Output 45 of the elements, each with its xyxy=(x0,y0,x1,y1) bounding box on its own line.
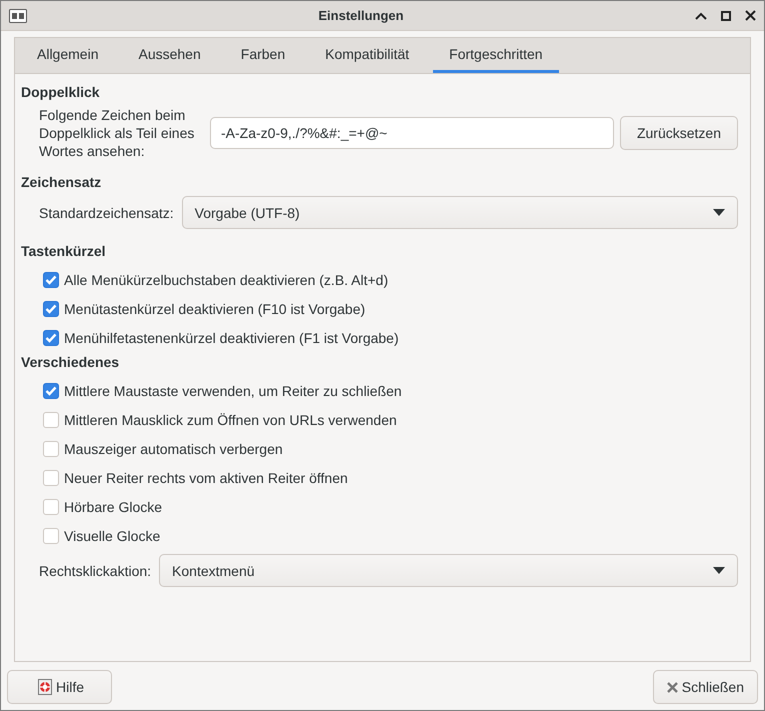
checkbox-label: Alle Menükürzelbuchstaben deaktivieren (z.B. Alt+d) xyxy=(64,272,388,288)
field-label: Rechtsklickaktion: xyxy=(39,562,152,578)
minimize-icon[interactable] xyxy=(695,12,707,20)
field-label: Standardzeichensatz: xyxy=(39,204,174,220)
checkbox-label: Menütastenkürzel deaktivieren (F10 ist Vorgabe) xyxy=(64,300,366,316)
checkbox[interactable] xyxy=(43,470,59,486)
checkbox-label: Mittlere Maustaste verwenden, um Reiter zu schließen xyxy=(64,382,402,398)
charset-dropdown[interactable]: Vorgabe (UTF-8) xyxy=(182,196,738,229)
dropdown-arrow-icon xyxy=(713,567,725,574)
checkbox[interactable] xyxy=(43,440,59,456)
checkbox[interactable] xyxy=(43,330,59,346)
close-icon xyxy=(666,682,678,692)
section-heading: Zeichensatz xyxy=(21,174,102,190)
tab[interactable]: Aussehen xyxy=(122,38,217,73)
help-button[interactable]: Hilfe xyxy=(7,670,112,704)
section-heading: Tastenkürzel xyxy=(21,243,107,259)
section-heading: Doppelklick xyxy=(21,84,101,100)
right-click-dropdown[interactable]: Kontextmenü xyxy=(159,554,738,587)
checkbox-label: Mittleren Mausklick zum Öffnen von URLs verwenden xyxy=(64,412,397,428)
section-heading: Verschiedenes xyxy=(21,354,120,370)
checkbox-label: Visuelle Glocke xyxy=(64,528,160,544)
checkbox[interactable] xyxy=(43,382,59,398)
checkbox[interactable] xyxy=(43,528,59,544)
tab[interactable]: Kompatibilität xyxy=(309,38,426,73)
field-label: Folgende Zeichen beim Doppelklick als Teil eines Wortes ansehen: xyxy=(39,106,196,160)
checkbox[interactable] xyxy=(43,412,59,428)
checkbox[interactable] xyxy=(43,498,59,514)
dropdown-arrow-icon xyxy=(713,209,725,216)
maximize-icon[interactable] xyxy=(721,10,731,20)
reset-button[interactable]: Zurücksetzen xyxy=(620,116,738,150)
window-title: Einstellungen xyxy=(317,8,405,23)
checkbox-label: Menühilfetastenenkürzel deaktivieren (F1 ist Vorgabe) xyxy=(64,330,399,346)
tab[interactable]: Farben xyxy=(224,38,302,73)
checkbox-label: Mauszeiger automatisch verbergen xyxy=(64,440,283,456)
checkbox-label: Hörbare Glocke xyxy=(64,498,162,514)
lifebuoy-icon xyxy=(38,679,52,695)
checkbox[interactable] xyxy=(43,272,59,288)
close-button[interactable]: Schließen xyxy=(652,670,758,704)
close-icon[interactable] xyxy=(745,10,756,21)
tab[interactable]: Allgemein xyxy=(21,38,114,73)
word-chars-field[interactable]: -A-Za-z0-9,./?%&#:_=+@~ xyxy=(210,117,614,149)
window-icon xyxy=(9,8,27,22)
checkbox[interactable] xyxy=(43,300,59,316)
checkbox-label: Neuer Reiter rechts vom aktiven Reiter öffnen xyxy=(64,470,348,486)
tab[interactable]: Fortgeschritten xyxy=(433,38,559,73)
